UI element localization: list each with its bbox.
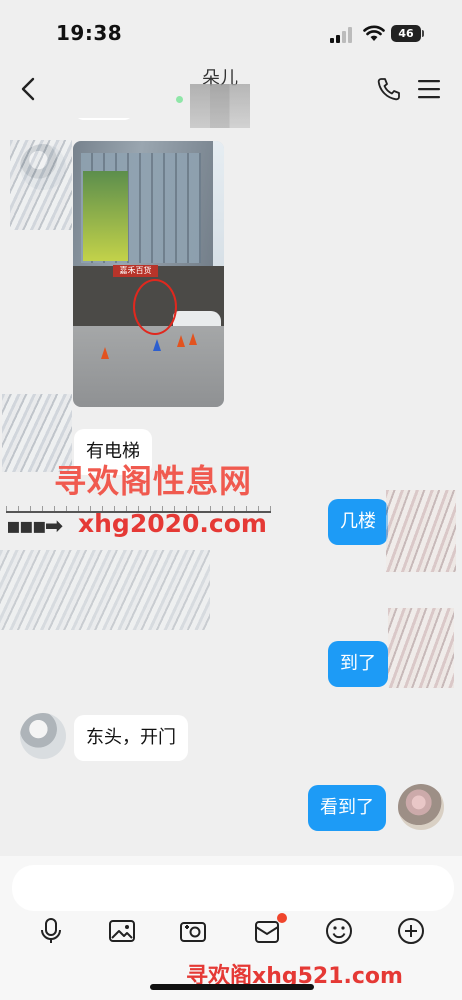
- image-icon[interactable]: [107, 916, 137, 946]
- blur-smear: [388, 608, 454, 688]
- watermark-url: xhg2020.com: [78, 509, 267, 538]
- blur-smear: [10, 140, 72, 230]
- emoji-icon[interactable]: [324, 916, 354, 946]
- camera-icon[interactable]: [178, 916, 208, 946]
- back-icon[interactable]: [16, 76, 42, 102]
- photo-sign-text: 嘉禾百货: [119, 266, 152, 275]
- mic-icon[interactable]: [36, 916, 66, 946]
- battery-indicator: 46: [391, 25, 421, 42]
- arrow-right-icon: ▪▪▪➡: [6, 514, 63, 539]
- photo-cone: [189, 333, 197, 345]
- photo-sign: 嘉禾百货: [113, 265, 158, 277]
- status-time: 19:38: [56, 21, 123, 45]
- photo-red-circle: [133, 279, 177, 335]
- menu-icon[interactable]: [417, 78, 441, 100]
- message-bubble[interactable]: 到了: [328, 641, 388, 687]
- blur-smear: [386, 490, 456, 572]
- online-status-dot: [176, 96, 183, 103]
- photo-ground: [73, 326, 224, 407]
- battery-tip: [422, 30, 424, 37]
- wifi-icon: [363, 25, 385, 41]
- photo-cone: [153, 339, 161, 351]
- input-area: 寻欢阁xhg521.com: [0, 856, 462, 1000]
- message-input[interactable]: [12, 865, 454, 911]
- status-bar: 19:38 46: [0, 0, 462, 62]
- message-bubble[interactable]: [74, 118, 134, 120]
- home-indicator: [150, 984, 314, 990]
- photo-cone: [101, 347, 109, 359]
- plus-icon[interactable]: [396, 916, 426, 946]
- chat-header: 朵儿: [0, 62, 462, 128]
- my-avatar[interactable]: [398, 784, 444, 830]
- avatar[interactable]: [20, 713, 66, 759]
- signal-icon: [330, 27, 352, 43]
- phone-icon[interactable]: [376, 76, 402, 102]
- photo-banner: [83, 171, 128, 261]
- image-message[interactable]: 嘉禾百货: [73, 141, 224, 407]
- message-bubble[interactable]: 东头，开门: [74, 715, 188, 761]
- blur-smear: [0, 550, 210, 630]
- notification-dot: [277, 913, 287, 923]
- photo-cone: [177, 335, 185, 347]
- watermark-text: 寻欢阁性息网: [54, 462, 253, 500]
- message-bubble[interactable]: 看到了: [308, 785, 386, 831]
- message-bubble[interactable]: 几楼: [328, 499, 388, 545]
